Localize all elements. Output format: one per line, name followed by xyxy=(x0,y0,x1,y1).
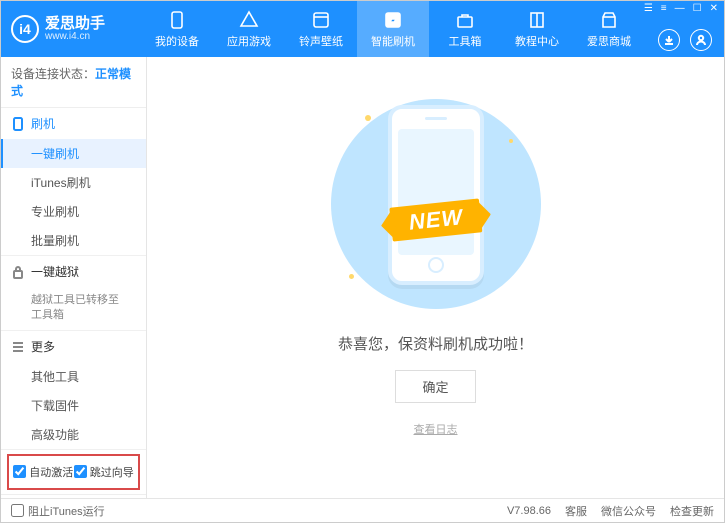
maximize-icon[interactable]: ☐ xyxy=(693,3,702,14)
chk-label: 自动激活 xyxy=(29,464,73,480)
sidebar-cat-flash[interactable]: 刷机 xyxy=(1,108,146,139)
nav-toolbox[interactable]: 工具箱 xyxy=(429,1,501,57)
wechat-link[interactable]: 微信公众号 xyxy=(601,503,656,519)
nav-label: 工具箱 xyxy=(449,33,482,49)
sidebar-cat-label: 更多 xyxy=(31,338,55,355)
nav-my-device[interactable]: 我的设备 xyxy=(141,1,213,57)
nav-label: 应用游戏 xyxy=(227,33,271,49)
nav-label: 教程中心 xyxy=(515,33,559,49)
view-log-link[interactable]: 查看日志 xyxy=(414,421,458,437)
main-content: NEW 恭喜您，保资料刷机成功啦！ 确定 查看日志 xyxy=(147,57,724,498)
nav-apps[interactable]: 应用游戏 xyxy=(213,1,285,57)
sidebar-item-advanced[interactable]: 高级功能 xyxy=(1,420,146,449)
lock-icon[interactable]: ≡ xyxy=(661,3,667,14)
device-status: 设备连接状态：正常模式 xyxy=(1,57,146,108)
menu-icon[interactable]: ☰ xyxy=(644,3,653,14)
title-bar: i4 爱思助手 www.i4.cn 我的设备 应用游戏 铃声壁纸 智能刷机 工具… xyxy=(1,1,724,57)
app-window: { "header": { "app_name": "爱思助手", "url":… xyxy=(0,0,725,523)
sidebar: 设备连接状态：正常模式 刷机 一键刷机 iTunes刷机 专业刷机 批量刷机 一… xyxy=(1,57,147,498)
status-label: 设备连接状态： xyxy=(11,67,95,81)
nav-ringtones[interactable]: 铃声壁纸 xyxy=(285,1,357,57)
list-icon xyxy=(11,339,25,353)
sidebar-item-download[interactable]: 下载固件 xyxy=(1,391,146,420)
sidebar-cat-more[interactable]: 更多 xyxy=(1,331,146,362)
wallpaper-icon xyxy=(311,10,331,30)
flash-icon xyxy=(383,10,403,30)
logo-icon: i4 xyxy=(11,15,39,43)
sidebar-item-oneclick[interactable]: 一键刷机 xyxy=(1,139,146,168)
chk-auto-input[interactable] xyxy=(13,465,26,478)
book-icon xyxy=(527,10,547,30)
sidebar-item-batch[interactable]: 批量刷机 xyxy=(1,226,146,255)
body: 设备连接状态：正常模式 刷机 一键刷机 iTunes刷机 专业刷机 批量刷机 一… xyxy=(1,57,724,498)
app-url: www.i4.cn xyxy=(45,31,105,42)
chk-skip-input[interactable] xyxy=(74,465,87,478)
success-message: 恭喜您，保资料刷机成功啦！ xyxy=(338,333,533,354)
nav-label: 爱思商城 xyxy=(587,33,631,49)
lock-icon xyxy=(11,265,25,279)
nav-label: 我的设备 xyxy=(155,33,199,49)
activation-options: 自动激活 跳过向导 xyxy=(7,454,140,490)
toolbox-icon xyxy=(455,10,475,30)
version-label: V7.98.66 xyxy=(507,505,551,517)
phone-icon xyxy=(167,10,187,30)
apps-icon xyxy=(239,10,259,30)
block-itunes-label: 阻止iTunes运行 xyxy=(28,503,105,519)
chk-label: 跳过向导 xyxy=(90,464,134,480)
logo-area: i4 爱思助手 www.i4.cn xyxy=(1,15,141,43)
nav-label: 智能刷机 xyxy=(371,33,415,49)
sidebar-jb-note: 越狱工具已转移至 工具箱 xyxy=(1,287,146,330)
nav-label: 铃声壁纸 xyxy=(299,33,343,49)
sidebar-cat-label: 一键越狱 xyxy=(31,263,79,280)
check-update-link[interactable]: 检查更新 xyxy=(670,503,714,519)
sidebar-item-pro[interactable]: 专业刷机 xyxy=(1,197,146,226)
download-button[interactable] xyxy=(658,29,680,51)
sidebar-cat-jailbreak[interactable]: 一键越狱 xyxy=(1,256,146,287)
minimize-icon[interactable]: — xyxy=(675,3,685,14)
sidebar-item-itunes[interactable]: iTunes刷机 xyxy=(1,168,146,197)
window-controls: ☰ ≡ — ☐ ✕ xyxy=(644,3,718,14)
store-icon xyxy=(599,10,619,30)
nav-store[interactable]: 爱思商城 xyxy=(573,1,645,57)
main-nav: 我的设备 应用游戏 铃声壁纸 智能刷机 工具箱 教程中心 爱思商城 xyxy=(141,1,645,57)
support-link[interactable]: 客服 xyxy=(565,503,587,519)
nav-smart-flash[interactable]: 智能刷机 xyxy=(357,1,429,57)
chk-auto-activate[interactable]: 自动激活 xyxy=(13,464,73,480)
nav-tutorials[interactable]: 教程中心 xyxy=(501,1,573,57)
phone-icon xyxy=(11,117,25,131)
ok-button[interactable]: 确定 xyxy=(395,370,475,403)
user-button[interactable] xyxy=(690,29,712,51)
close-icon[interactable]: ✕ xyxy=(710,3,718,14)
status-bar: 阻止iTunes运行 V7.98.66 客服 微信公众号 检查更新 xyxy=(1,498,724,522)
app-name: 爱思助手 xyxy=(45,16,105,31)
success-illustration: NEW xyxy=(331,99,541,309)
sidebar-cat-label: 刷机 xyxy=(31,115,55,132)
sidebar-item-other[interactable]: 其他工具 xyxy=(1,362,146,391)
chk-block-itunes[interactable] xyxy=(11,504,24,517)
chk-skip-guide[interactable]: 跳过向导 xyxy=(74,464,134,480)
phone-illustration xyxy=(388,105,484,285)
